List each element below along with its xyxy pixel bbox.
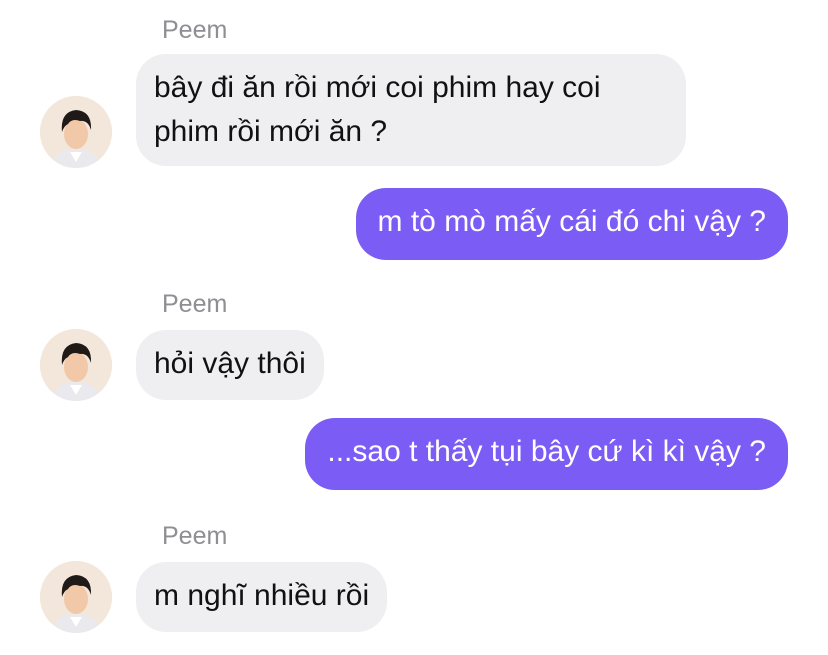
- message-bubble-incoming[interactable]: hỏi vậy thôi: [136, 330, 324, 400]
- message-text: ...sao t thấy tụi bây cứ kì kì vậy ?: [327, 435, 766, 468]
- message-bubble-outgoing[interactable]: m tò mò mấy cái đó chi vậy ?: [355, 188, 788, 260]
- message-text: m tò mò mấy cái đó chi vậy ?: [377, 205, 766, 238]
- message-bubble-outgoing[interactable]: ...sao t thấy tụi bây cứ kì kì vậy ?: [305, 418, 788, 490]
- message-text: m nghĩ nhiều rồi: [154, 579, 370, 612]
- sender-name: Peem: [162, 16, 228, 44]
- avatar-icon: [40, 329, 112, 401]
- avatar[interactable]: [40, 96, 112, 168]
- sender-name: Peem: [162, 522, 228, 550]
- message-text-line: bây đi ăn rồi mới coi phim hay coi: [154, 71, 601, 104]
- message-text-line: phim rồi mới ăn ?: [154, 115, 388, 148]
- message-bubble-incoming[interactable]: m nghĩ nhiều rồi: [136, 562, 388, 632]
- avatar[interactable]: [40, 329, 112, 401]
- message-bubble-incoming[interactable]: bây đi ăn rồi mới coi phim hay coi phim …: [136, 54, 686, 166]
- message-text: hỏi vậy thôi: [154, 347, 306, 380]
- avatar-icon: [40, 96, 112, 168]
- sender-name: Peem: [162, 290, 228, 318]
- avatar[interactable]: [40, 561, 112, 633]
- avatar-icon: [40, 561, 112, 633]
